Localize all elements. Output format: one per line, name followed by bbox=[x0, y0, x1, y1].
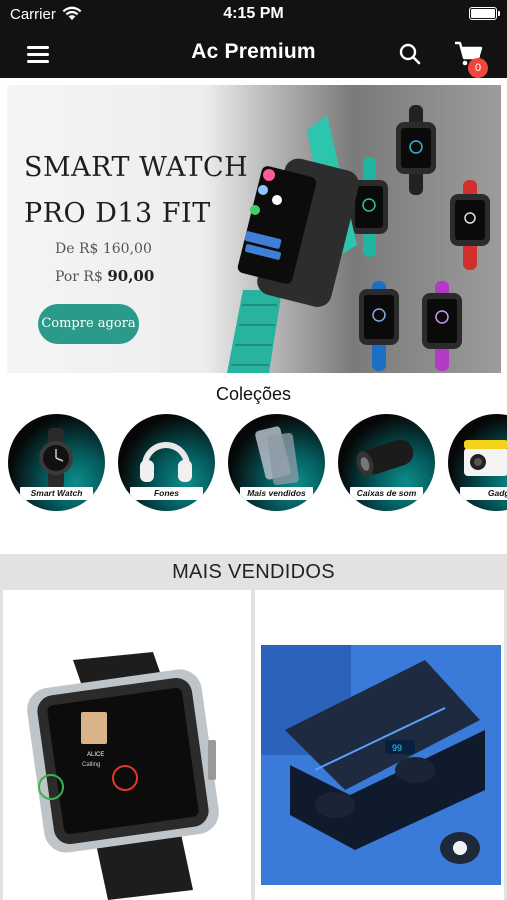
hamburger-line bbox=[27, 60, 49, 63]
product-grid: ALICE Calling 99 bbox=[0, 590, 507, 900]
app-title: Ac Premium bbox=[191, 40, 316, 63]
smartwatch-product-image bbox=[227, 105, 490, 373]
collection-gadget[interactable]: Gadget bbox=[448, 414, 507, 511]
small-watch-blue bbox=[359, 281, 399, 371]
status-bar: Carrier 4:15 PM bbox=[0, 0, 507, 28]
svg-text:Calling: Calling bbox=[82, 762, 100, 768]
search-icon[interactable] bbox=[396, 40, 424, 68]
promo-banner[interactable]: SMART WATCH PRO D13 FIT De R$ 160,00 Por… bbox=[7, 85, 501, 373]
main-watch bbox=[227, 115, 359, 373]
collections-title: Coleções bbox=[215, 384, 292, 404]
buy-now-button[interactable]: Compre agora bbox=[38, 304, 139, 344]
small-watch-purple bbox=[422, 281, 462, 371]
banner-old-price: De R$ 160,00 bbox=[55, 241, 152, 257]
small-watch-black bbox=[396, 105, 436, 195]
collection-label: Caixas de som bbox=[350, 487, 423, 500]
menu-button[interactable] bbox=[22, 40, 56, 66]
smartwatch-dz09-image: ALICE Calling bbox=[27, 652, 219, 900]
svg-text:ALICE: ALICE bbox=[87, 752, 104, 758]
hamburger-line bbox=[27, 53, 49, 56]
collection-label: Mais vendidos bbox=[240, 487, 313, 500]
hamburger-line bbox=[27, 46, 49, 49]
banner-new-price: Por R$ 90,00 bbox=[55, 267, 154, 285]
collection-label: Fones bbox=[130, 487, 203, 500]
product-card[interactable]: ALICE Calling bbox=[3, 590, 251, 900]
best-sellers-title: MAIS VENDIDOS bbox=[0, 554, 507, 590]
cart-count-badge: 0 bbox=[468, 58, 488, 78]
collection-mais-vendidos[interactable]: Mais vendidos bbox=[228, 414, 325, 511]
collections-carousel[interactable]: Smart Watch Fones Mais vendidos Caixas d… bbox=[8, 414, 507, 512]
collection-caixas-de-som[interactable]: Caixas de som bbox=[338, 414, 435, 511]
small-watch-red bbox=[450, 180, 490, 270]
collection-label: Smart Watch bbox=[20, 487, 93, 500]
earbuds-case-image: 99 bbox=[261, 645, 501, 885]
banner-new-price-value: 90,00 bbox=[107, 267, 155, 285]
banner-new-price-prefix: Por R$ bbox=[55, 269, 108, 285]
app-header: Ac Premium 0 bbox=[0, 28, 507, 78]
collection-smart-watch[interactable]: Smart Watch bbox=[8, 414, 105, 511]
collection-fones[interactable]: Fones bbox=[118, 414, 215, 511]
product-card[interactable]: 99 bbox=[255, 590, 504, 900]
svg-text:99: 99 bbox=[392, 743, 402, 753]
collection-label: Gadget bbox=[460, 487, 507, 500]
clock: 4:15 PM bbox=[223, 5, 284, 22]
battery-icon bbox=[469, 7, 500, 20]
